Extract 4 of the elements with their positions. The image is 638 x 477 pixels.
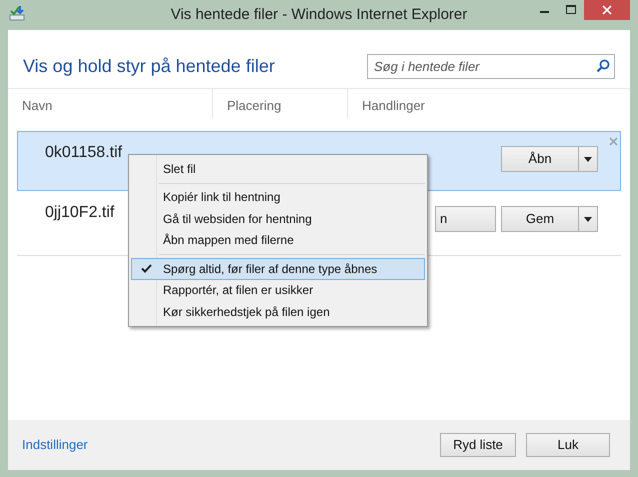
page-heading: Vis og hold styr på hentede filer <box>23 55 275 78</box>
file-name: 0jj10F2.tif <box>45 203 114 223</box>
window-title: Vis hentede filer - Windows Internet Explorer <box>170 4 468 25</box>
file-name: 0k01158.tif <box>45 143 122 163</box>
